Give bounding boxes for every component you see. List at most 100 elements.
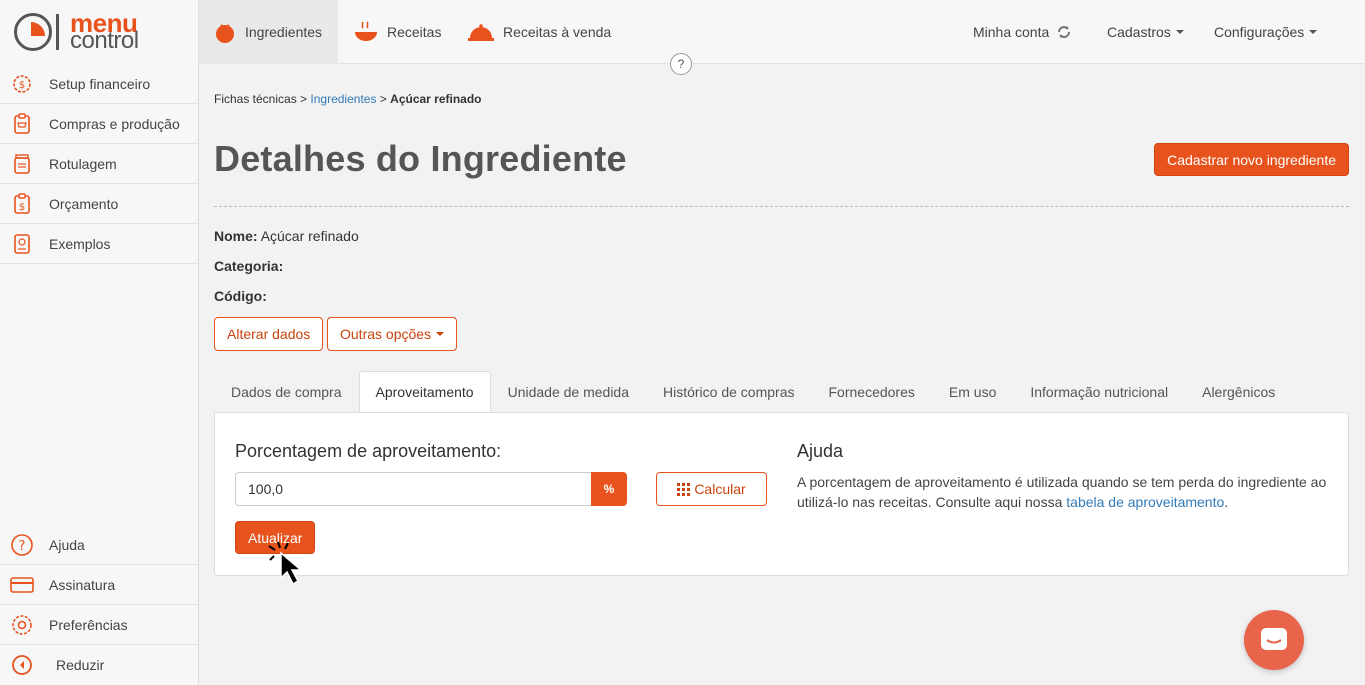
clipboard-dollar-icon: $ [10, 192, 34, 216]
bowl-icon [353, 19, 379, 45]
tab-unidade-de-medida[interactable]: Unidade de medida [491, 371, 646, 412]
mouse-cursor-icon [266, 540, 318, 595]
refresh-icon [1057, 25, 1071, 39]
tab-fornecedores[interactable]: Fornecedores [812, 371, 932, 412]
nome-field: Nome: Açúcar refinado [214, 228, 359, 244]
aproveitamento-label: Porcentagem de aproveitamento: [235, 441, 502, 461]
aproveitamento-input[interactable] [235, 472, 591, 506]
chevron-left-circle-icon [10, 653, 34, 677]
question-icon: ? [10, 533, 34, 557]
page-title: Detalhes do Ingrediente [214, 138, 627, 179]
help-bubble-button[interactable]: ? [670, 53, 692, 75]
sidebar-item-rotulagem[interactable]: Rotulagem [0, 144, 198, 184]
divider [214, 206, 1349, 207]
sidebar-item-preferencias[interactable]: Preferências [0, 605, 198, 645]
calculate-label: Calcular [694, 481, 746, 497]
sidebar-item-orcamento[interactable]: $ Orçamento [0, 184, 198, 224]
sidebar-item-assinatura[interactable]: Assinatura [0, 565, 198, 605]
sidebar-item-label: Assinatura [49, 576, 116, 593]
nome-value: Açúcar refinado [260, 228, 359, 244]
cloche-icon [467, 20, 495, 44]
sidebar-item-label: Orçamento [49, 195, 119, 212]
sidebar-item-label: Preferências [49, 616, 128, 633]
tab-label: Receitas à venda [503, 24, 612, 40]
breadcrumb: Fichas técnicas > Ingredientes > Açúcar … [214, 92, 482, 106]
configuracoes-label: Configurações [1214, 24, 1305, 40]
calculate-button[interactable]: Calcular [656, 472, 767, 506]
gear-icon [10, 613, 34, 637]
cadastros-dropdown[interactable]: Cadastros [1107, 0, 1184, 64]
sidebar-item-exemplos[interactable]: Exemplos [0, 224, 198, 264]
sidebar-item-label: Compras e produção [49, 115, 180, 132]
sidebar-item-reduzir[interactable]: Reduzir [0, 645, 198, 685]
top-navbar: Ingredientes Receitas Receitas à venda M… [199, 0, 1365, 75]
tab-label: Ingredientes [245, 24, 323, 40]
codigo-field: Código: [214, 288, 267, 304]
sidebar-item-ajuda[interactable]: ? Ajuda [0, 525, 198, 565]
sidebar-item-label: Exemplos [49, 235, 111, 252]
breadcrumb-link-ingredientes[interactable]: Ingredientes [310, 92, 376, 106]
sidebar-item-compras[interactable]: Compras e produção [0, 104, 198, 144]
cadastros-label: Cadastros [1107, 24, 1171, 40]
caret-down-icon [1309, 30, 1318, 34]
tab-dados-de-compra[interactable]: Dados de compra [214, 371, 359, 412]
chat-widget-button[interactable] [1244, 610, 1304, 670]
tab-receitas-a-venda[interactable]: Receitas à venda [467, 0, 611, 64]
categoria-field: Categoria: [214, 258, 283, 274]
help-title: Ajuda [797, 441, 844, 461]
sidebar-item-setup-financeiro[interactable]: $ Setup financeiro [0, 64, 198, 104]
new-ingredient-button[interactable]: Cadastrar novo ingrediente [1154, 143, 1349, 176]
tomato-icon [213, 20, 237, 44]
tab-label: Receitas [387, 24, 442, 40]
breadcrumb-sep: > [379, 92, 387, 106]
jar-label-icon [10, 152, 34, 176]
minha-conta-link[interactable]: Minha conta [973, 0, 1071, 64]
tab-alergenicos[interactable]: Alergênicos [1185, 371, 1292, 412]
book-icon [10, 232, 34, 256]
sidebar-item-label: Ajuda [49, 536, 85, 553]
categoria-label: Categoria: [214, 258, 284, 274]
help-text-end: . [1224, 494, 1229, 510]
tab-historico-de-compras[interactable]: Histórico de compras [646, 371, 812, 412]
breadcrumb-current: Açúcar refinado [390, 92, 482, 106]
help-text-body: A porcentagem de aproveitamento é utiliz… [797, 474, 1327, 510]
aproveitamento-panel: Porcentagem de aproveitamento: % Calcula… [214, 412, 1349, 576]
sidebar-item-label: Rotulagem [49, 155, 117, 172]
sidebar-item-label: Setup financeiro [49, 75, 151, 92]
gear-dollar-icon: $ [10, 72, 34, 96]
nome-label: Nome: [214, 228, 258, 244]
clipboard-cart-icon [10, 112, 34, 136]
breadcrumb-root: Fichas técnicas [214, 92, 297, 106]
svg-text:$: $ [19, 202, 25, 213]
card-icon [10, 573, 34, 597]
logo[interactable]: menu control [0, 0, 198, 64]
detail-tabs: Dados de compra Aproveitamento Unidade d… [214, 371, 1292, 413]
other-options-label: Outras opções [340, 326, 432, 342]
tab-em-uso[interactable]: Em uso [932, 371, 1013, 412]
tab-aproveitamento[interactable]: Aproveitamento [358, 371, 491, 413]
caret-down-icon [1175, 30, 1184, 34]
percent-addon: % [591, 472, 627, 506]
tab-receitas[interactable]: Receitas [353, 0, 441, 64]
aproveitamento-input-group: % [235, 472, 627, 506]
minha-conta-label: Minha conta [973, 24, 1050, 40]
alter-data-button[interactable]: Alterar dados [214, 317, 324, 351]
tab-informacao-nutricional[interactable]: Informação nutricional [1013, 371, 1185, 412]
sidebar-item-label: Reduzir [56, 657, 105, 673]
configuracoes-dropdown[interactable]: Configurações [1214, 0, 1318, 64]
chat-icon [1259, 626, 1289, 654]
sidebar: menu control $ Setup financeiro Compras … [0, 0, 199, 685]
grid-icon [677, 482, 691, 496]
svg-text:?: ? [19, 539, 26, 554]
codigo-label: Código: [214, 288, 267, 304]
other-options-button[interactable]: Outras opções [327, 317, 458, 351]
breadcrumb-sep: > [300, 92, 308, 106]
caret-down-icon [436, 332, 445, 336]
svg-text:$: $ [19, 80, 25, 91]
aproveitamento-table-link[interactable]: tabela de aproveitamento [1066, 494, 1224, 510]
logo-fork-icon [56, 14, 64, 50]
logo-clock-icon [14, 13, 52, 51]
help-text: A porcentagem de aproveitamento é utiliz… [797, 472, 1337, 512]
tab-ingredientes[interactable]: Ingredientes [199, 0, 338, 64]
logo-text-control: control [70, 27, 139, 54]
